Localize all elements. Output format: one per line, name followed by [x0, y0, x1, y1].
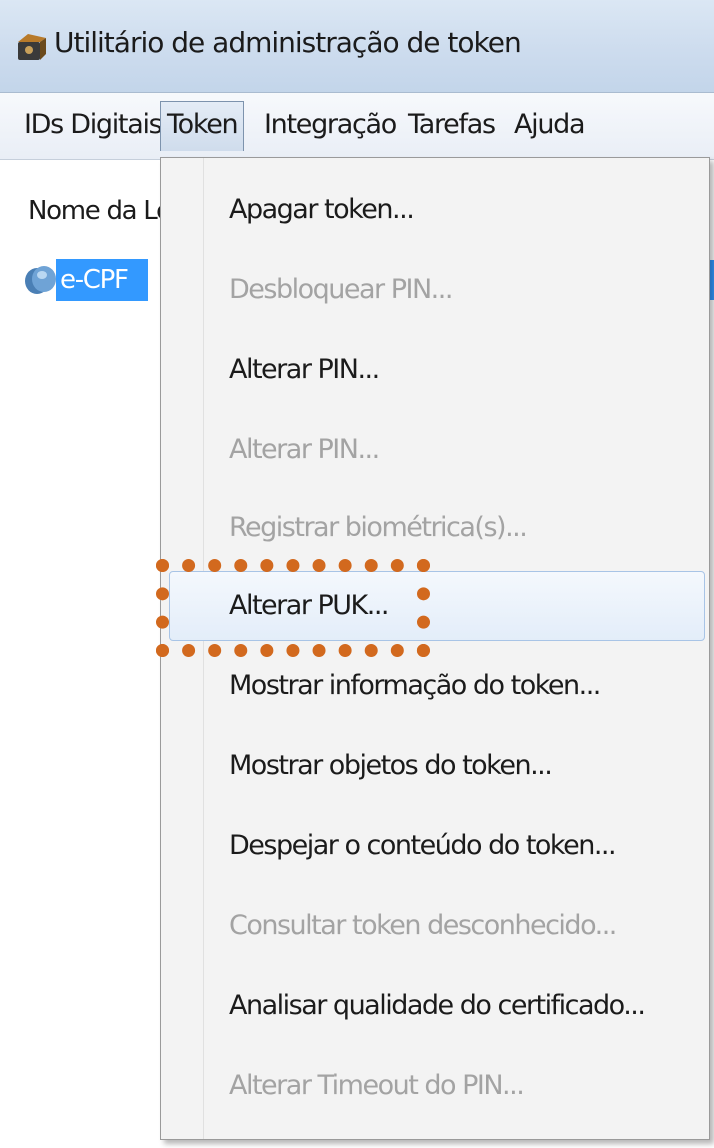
menu-item-consultar-token: Consultar token desconhecido... [229, 910, 617, 941]
menu-item-mostrar-objetos[interactable]: Mostrar objetos do token... [229, 750, 553, 781]
token-device-icon [25, 266, 56, 294]
menu-item-despejar-conteudo[interactable]: Despejar o conteúdo do token... [229, 830, 617, 861]
menu-item-alterar-puk[interactable]: Alterar PUK... [229, 590, 390, 621]
token-dropdown-menu: Apagar token... Desbloquear PIN... Alter… [160, 157, 710, 1140]
window-title: Utilitário de administração de token [54, 26, 522, 59]
menu-bar: IDs Digitais Token Integração Tarefas Aj… [0, 93, 714, 160]
menu-token[interactable]: Token [160, 101, 245, 151]
menu-item-alterar-pin-disabled: Alterar PIN... [229, 434, 380, 465]
menu-item-apagar-token[interactable]: Apagar token... [229, 194, 415, 225]
tree-item-label: e-CPF [56, 259, 148, 301]
menu-item-alterar-pin[interactable]: Alterar PIN... [229, 354, 380, 385]
app-window: Utilitário de administração de token IDs… [0, 0, 714, 1148]
column-header-name[interactable]: Nome da Le [28, 196, 172, 226]
menu-item-analisar-qualidade[interactable]: Analisar qualidade do certificado... [229, 990, 646, 1021]
menu-item-desbloquear-pin: Desbloquear PIN... [229, 274, 453, 305]
menu-integracao[interactable]: Integração [264, 105, 397, 145]
menu-item-registrar-biometrica: Registrar biométrica(s)... [229, 512, 528, 543]
tree-item-ecpf[interactable]: e-CPF [22, 256, 148, 304]
menu-ajuda[interactable]: Ajuda [514, 105, 586, 145]
title-bar[interactable]: Utilitário de administração de token [0, 0, 714, 93]
menu-item-mostrar-informacao[interactable]: Mostrar informação do token... [229, 670, 601, 701]
token-utility-icon [18, 34, 46, 60]
menu-item-alterar-timeout: Alterar Timeout do PIN... [229, 1070, 525, 1101]
menu-tarefas[interactable]: Tarefas [408, 105, 496, 145]
menu-ids-digitais[interactable]: IDs Digitais [24, 105, 163, 145]
